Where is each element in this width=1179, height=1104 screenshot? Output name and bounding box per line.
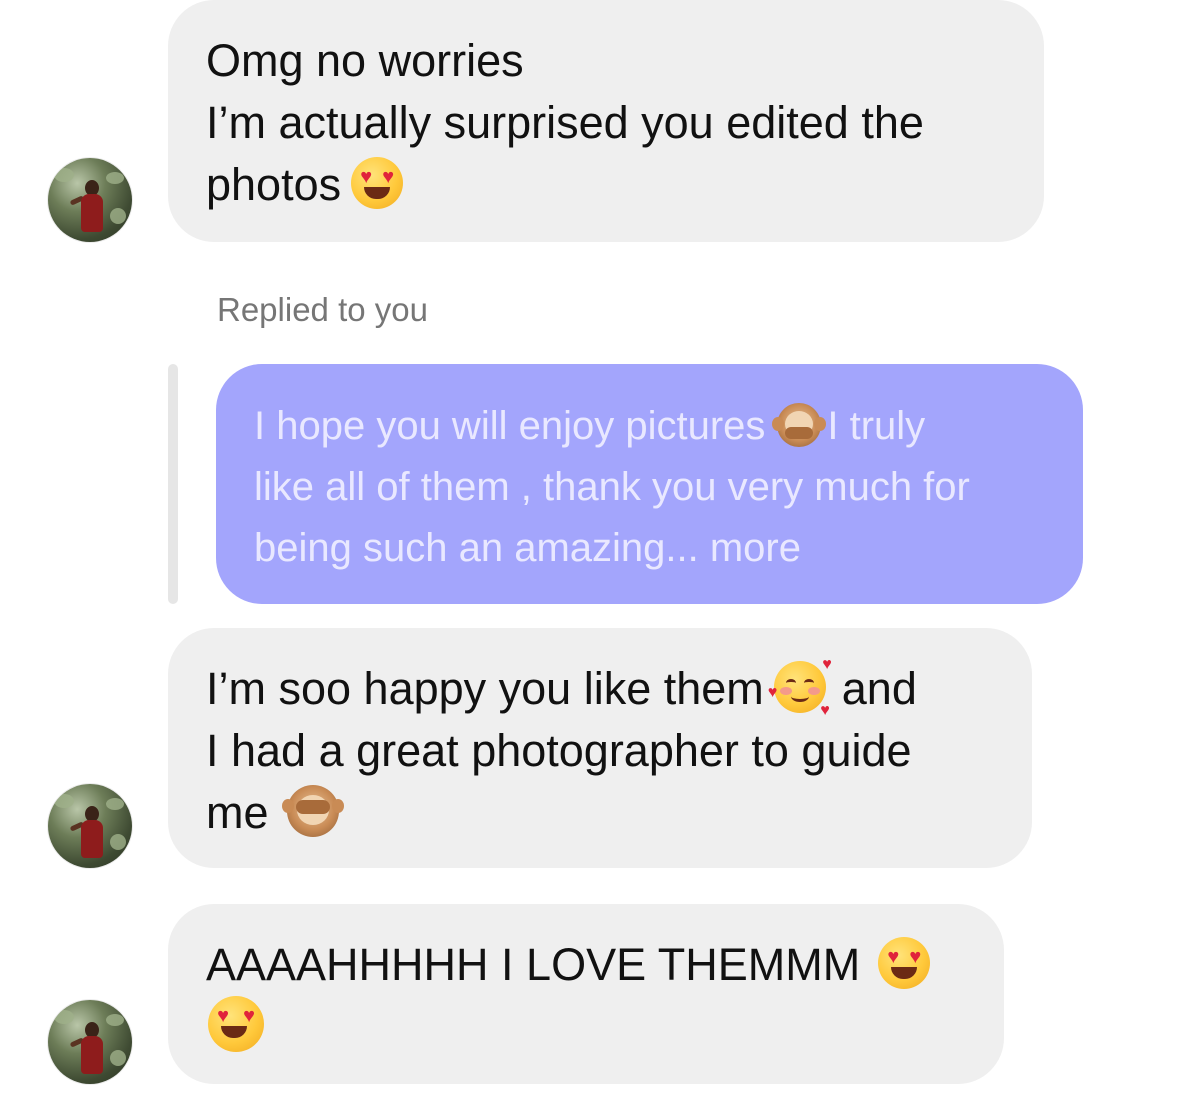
message-line: I’m actually surprised you edited the bbox=[206, 97, 924, 148]
message-text: photos bbox=[206, 159, 342, 210]
avatar[interactable] bbox=[48, 784, 132, 868]
see-no-evil-monkey-emoji bbox=[281, 785, 344, 837]
message-line: me bbox=[206, 782, 996, 844]
quoted-text: I truly bbox=[827, 404, 926, 448]
heart-eyes-emoji: ♥ ♥ bbox=[878, 937, 931, 989]
message-line: I’m soo happy you like them ♥ ♥ ♥ and bbox=[206, 656, 996, 720]
message-line: photos ♥ ♥ bbox=[206, 154, 1008, 216]
reply-label: Replied to you bbox=[217, 291, 428, 328]
quoted-line: like all of them , thank you very much f… bbox=[254, 465, 970, 509]
message-text: me bbox=[206, 787, 269, 838]
avatar[interactable] bbox=[48, 1000, 132, 1084]
quoted-line: I hope you will enjoy pictures I truly bbox=[254, 396, 1053, 457]
heart-eyes-emoji: ♥ ♥ bbox=[351, 157, 404, 209]
message-line: AAAAHHHHH I LOVE THEMMM ♥ ♥ bbox=[206, 934, 968, 996]
message-line: I had a great photographer to guide bbox=[206, 725, 912, 776]
message-text: and bbox=[841, 663, 917, 714]
reply-indicator-bar bbox=[168, 364, 178, 604]
message-line: ♥ ♥ bbox=[206, 996, 968, 1059]
message-bubble-2[interactable]: I’m soo happy you like them ♥ ♥ ♥ and I had … bbox=[168, 628, 1032, 868]
quoted-line: being such an amazing... more bbox=[254, 526, 801, 570]
message-line: Omg no worries bbox=[206, 35, 524, 86]
message-text: AAAAHHHHH I LOVE THEMMM bbox=[206, 939, 861, 990]
speak-no-evil-monkey-emoji bbox=[772, 403, 827, 447]
heart-eyes-emoji: ♥ ♥ bbox=[208, 996, 264, 1052]
quoted-message-bubble[interactable]: I hope you will enjoy pictures I truly li… bbox=[216, 364, 1083, 604]
message-text: I’m soo happy you like them bbox=[206, 663, 764, 714]
smiling-face-with-hearts-emoji: ♥ ♥ ♥ bbox=[767, 656, 832, 719]
chat-thread: Omg no worries I’m actually surprised yo… bbox=[0, 0, 1179, 1104]
avatar[interactable] bbox=[48, 158, 132, 242]
message-bubble-1[interactable]: Omg no worries I’m actually surprised yo… bbox=[168, 0, 1044, 242]
quoted-text: I hope you will enjoy pictures bbox=[254, 404, 766, 448]
message-bubble-3[interactable]: AAAAHHHHH I LOVE THEMMM ♥ ♥ ♥ ♥ bbox=[168, 904, 1004, 1084]
